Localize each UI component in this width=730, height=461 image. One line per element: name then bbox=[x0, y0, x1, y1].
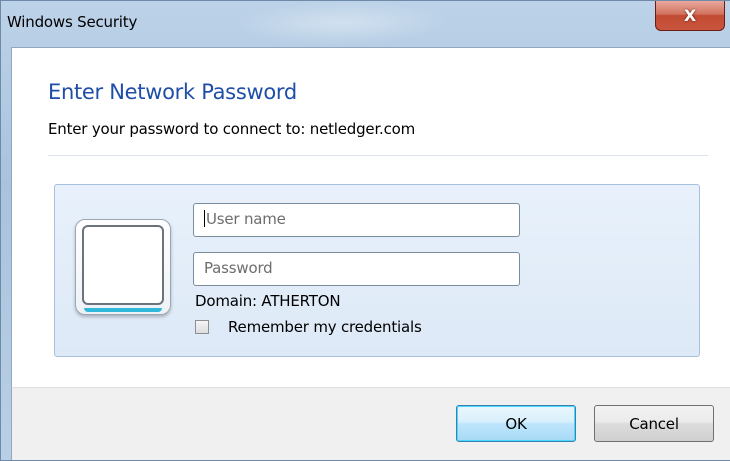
username-placeholder: User name bbox=[206, 210, 286, 228]
user-tile-accent bbox=[84, 308, 162, 312]
credential-panel: User name Password Domain: ATHERTON Reme… bbox=[54, 184, 700, 357]
dialog-content: Enter Network Password Enter your passwo… bbox=[11, 47, 730, 387]
close-button[interactable]: X bbox=[655, 1, 725, 31]
dialog-heading: Enter Network Password bbox=[48, 80, 297, 104]
text-caret bbox=[204, 210, 205, 227]
window-title: Windows Security bbox=[7, 13, 138, 31]
title-bar-glass bbox=[222, 1, 460, 45]
user-tile-icon bbox=[75, 219, 171, 315]
cancel-button[interactable]: Cancel bbox=[594, 405, 714, 442]
dialog-window: Windows Security X Enter Network Passwor… bbox=[0, 0, 730, 461]
remember-credentials-option[interactable]: Remember my credentials bbox=[195, 317, 422, 337]
remember-checkbox[interactable] bbox=[195, 320, 209, 334]
password-placeholder: Password bbox=[204, 259, 273, 277]
ok-button[interactable]: OK bbox=[456, 405, 576, 442]
title-bar[interactable]: Windows Security X bbox=[1, 1, 730, 45]
remember-label[interactable]: Remember my credentials bbox=[228, 318, 422, 336]
button-bar: OK Cancel bbox=[11, 387, 730, 460]
user-tile-frame bbox=[82, 225, 164, 305]
password-input[interactable]: Password bbox=[193, 252, 520, 286]
divider bbox=[48, 155, 708, 156]
dialog-subtext: Enter your password to connect to: netle… bbox=[48, 120, 416, 138]
domain-label: Domain: ATHERTON bbox=[195, 292, 341, 310]
close-icon: X bbox=[683, 6, 697, 25]
username-input[interactable]: User name bbox=[193, 203, 520, 237]
